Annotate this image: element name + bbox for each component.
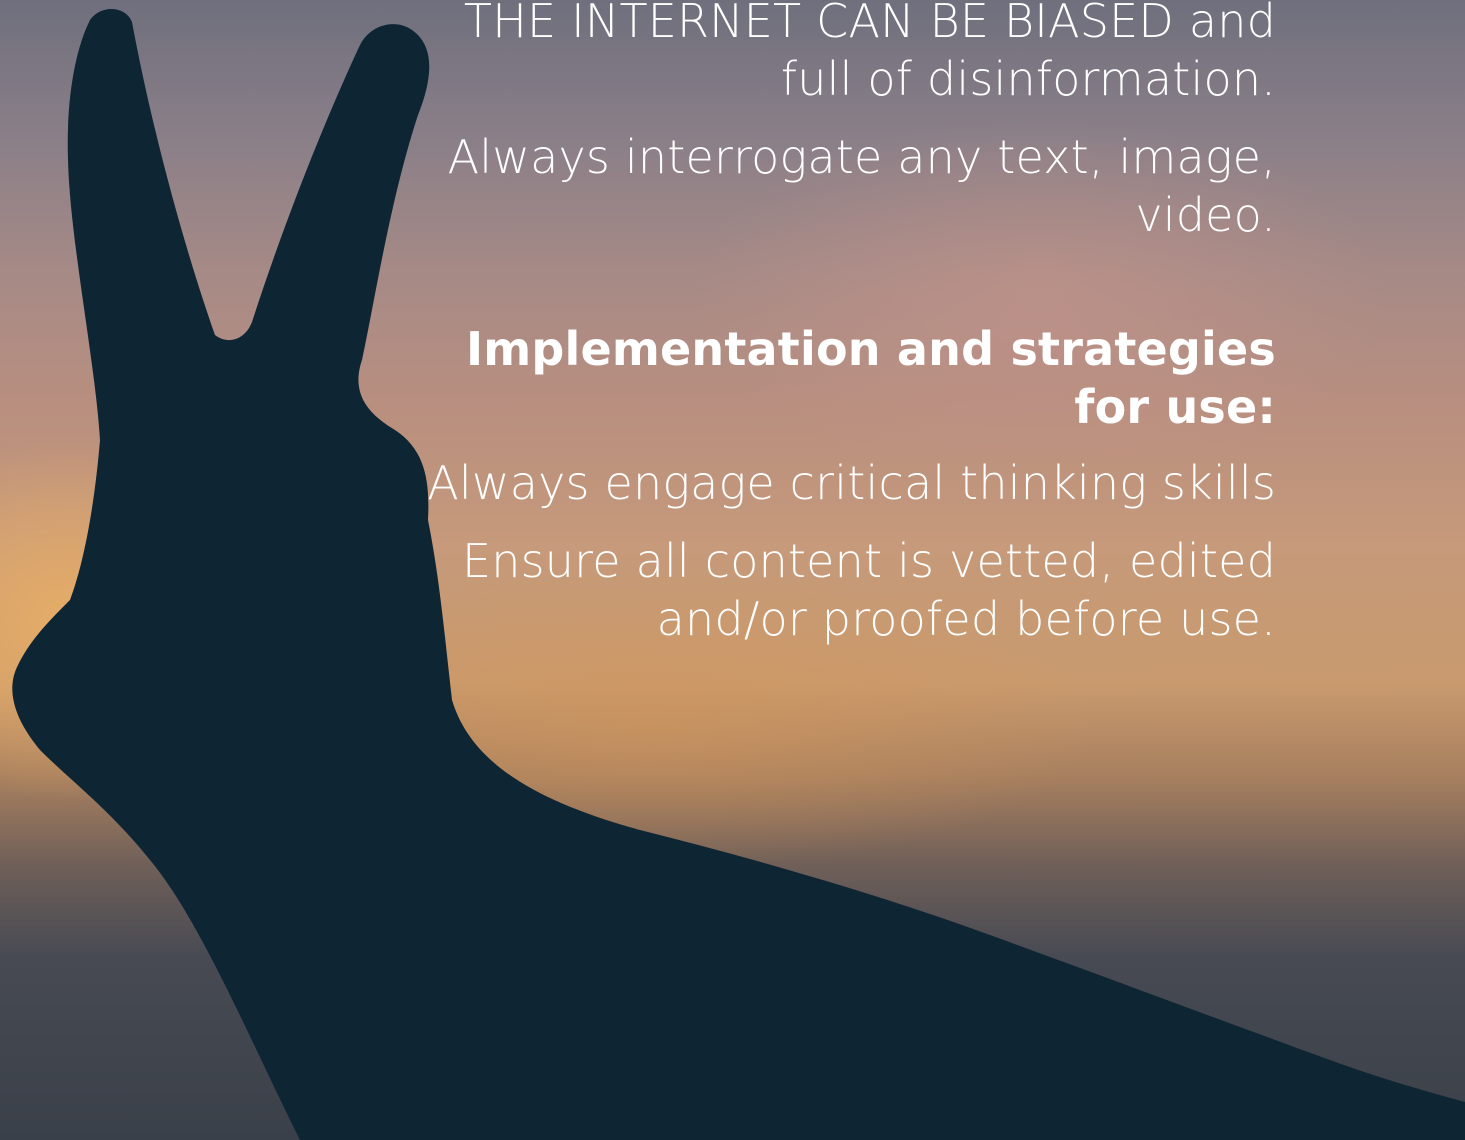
internet-bias-text: THE INTERNET CAN BE BIASED and full of d… <box>463 0 1276 106</box>
critical-thinking-text: Always engage critical thinking skills <box>427 456 1276 510</box>
slide: THE INTERNET CAN BE BIASED and full of d… <box>0 0 1465 1140</box>
slide-text-block: THE INTERNET CAN BE BIASED and full of d… <box>420 0 1276 648</box>
implementation-heading: Implementation and strategies for use: <box>465 322 1276 434</box>
vetted-content-text: Ensure all content is vetted, edited and… <box>462 534 1276 646</box>
interrogate-text: Always interrogate any text, image, vide… <box>447 130 1276 242</box>
